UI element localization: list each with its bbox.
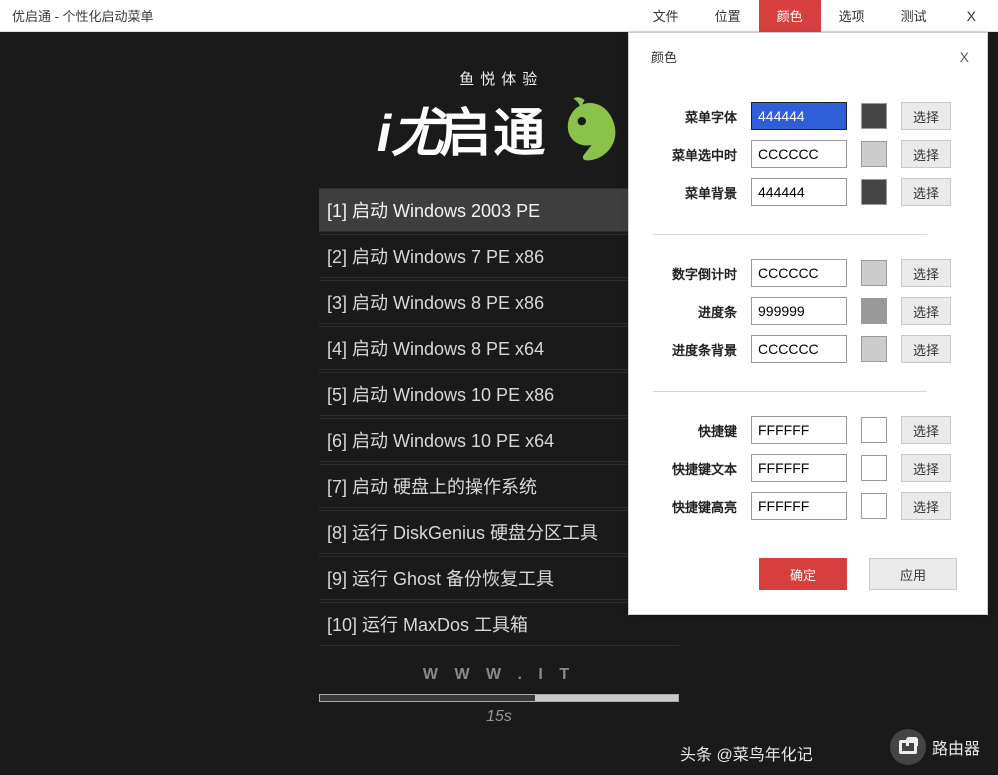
color-hex-input[interactable] (751, 492, 847, 520)
countdown-text: 15s (319, 708, 679, 726)
choose-color-button[interactable]: 选择 (901, 259, 951, 287)
color-hex-input[interactable] (751, 178, 847, 206)
fish-icon (551, 96, 621, 166)
choose-color-button[interactable]: 选择 (901, 492, 951, 520)
boot-item[interactable]: [4] 启动 Windows 8 PE x64 (319, 326, 679, 370)
progress-bar (319, 694, 679, 702)
progress-area: 15s (319, 694, 679, 726)
color-row-label: 菜单字体 (649, 107, 737, 126)
color-hex-input[interactable] (751, 140, 847, 168)
boot-item[interactable]: [6] 启动 Windows 10 PE x64 (319, 418, 679, 462)
color-hex-input[interactable] (751, 259, 847, 287)
color-swatch[interactable] (861, 103, 887, 129)
boot-item[interactable]: [3] 启动 Windows 8 PE x86 (319, 280, 679, 324)
color-hex-input[interactable] (751, 416, 847, 444)
color-row: 数字倒计时 选择 (629, 259, 951, 287)
choose-color-button[interactable]: 选择 (901, 178, 951, 206)
choose-color-button[interactable]: 选择 (901, 140, 951, 168)
apply-button[interactable]: 应用 (869, 558, 957, 590)
color-swatch[interactable] (861, 417, 887, 443)
color-swatch[interactable] (861, 493, 887, 519)
color-row-label: 进度条 (649, 302, 737, 321)
boot-item[interactable]: [10] 运行 MaxDos 工具箱 (319, 602, 679, 646)
boot-item[interactable]: [2] 启动 Windows 7 PE x86 (319, 234, 679, 278)
progress-fill (320, 695, 535, 701)
color-hex-input[interactable] (751, 102, 847, 130)
color-swatch[interactable] (861, 179, 887, 205)
color-row-label: 快捷键高亮 (649, 497, 737, 516)
logo: 鱼悦体验 i尤 启通 (377, 68, 621, 166)
menu-item-0[interactable]: 文件 (635, 0, 697, 32)
panel-close-button[interactable]: X (960, 49, 969, 65)
color-hex-input[interactable] (751, 297, 847, 325)
panel-footer: 确定 应用 (629, 548, 987, 590)
color-row-label: 快捷键文本 (649, 459, 737, 478)
ok-button[interactable]: 确定 (759, 558, 847, 590)
color-row-label: 快捷键 (649, 421, 737, 440)
footer-url: W W W . I T (423, 666, 575, 684)
panel-body: 菜单字体选择菜单选中时选择菜单背景选择数字倒计时选择进度条选择进度条背景选择快捷… (629, 70, 987, 548)
boot-item[interactable]: [5] 启动 Windows 10 PE x86 (319, 372, 679, 416)
boot-item[interactable]: [9] 运行 Ghost 备份恢复工具 (319, 556, 679, 600)
watermark-left: 头条 @菜鸟年化记 (680, 741, 813, 765)
choose-color-button[interactable]: 选择 (901, 297, 951, 325)
color-hex-input[interactable] (751, 454, 847, 482)
color-row: 菜单字体 选择 (629, 102, 951, 130)
color-row-label: 菜单选中时 (649, 145, 737, 164)
choose-color-button[interactable]: 选择 (901, 102, 951, 130)
logo-prefix: i尤 (377, 91, 443, 166)
logo-subtitle: 鱼悦体验 (377, 68, 547, 89)
color-hex-input[interactable] (751, 335, 847, 363)
choose-color-button[interactable]: 选择 (901, 335, 951, 363)
watermark-right-text: 路由器 (932, 735, 980, 759)
boot-item[interactable]: [7] 启动 硬盘上的操作系统 (319, 464, 679, 508)
choose-color-button[interactable]: 选择 (901, 416, 951, 444)
color-swatch[interactable] (861, 298, 887, 324)
window-close-button[interactable]: X (945, 0, 998, 32)
titlebar-menu: 文件位置颜色选项测试X (635, 0, 998, 32)
menu-item-2[interactable]: 颜色 (759, 0, 821, 32)
panel-title: 颜色 (651, 47, 677, 66)
titlebar: 优启通 - 个性化启动菜单 文件位置颜色选项测试X (0, 0, 998, 32)
color-row-label: 菜单背景 (649, 183, 737, 202)
boot-item[interactable]: [1] 启动 Windows 2003 PE (319, 188, 679, 232)
color-row-label: 数字倒计时 (649, 264, 737, 283)
color-panel: 颜色 X 菜单字体选择菜单选中时选择菜单背景选择数字倒计时选择进度条选择进度条背… (628, 32, 988, 615)
watermark-right: 路由器 (890, 729, 980, 765)
color-row-label: 进度条背景 (649, 340, 737, 359)
color-row: 进度条 选择 (629, 297, 951, 325)
menu-item-3[interactable]: 选项 (821, 0, 883, 32)
color-row: 菜单背景 选择 (629, 178, 951, 206)
panel-header: 颜色 X (629, 33, 987, 70)
color-row: 快捷键文本 选择 (629, 454, 951, 482)
boot-menu: [1] 启动 Windows 2003 PE[2] 启动 Windows 7 P… (319, 188, 679, 648)
color-swatch[interactable] (861, 141, 887, 167)
color-swatch[interactable] (861, 260, 887, 286)
router-icon (890, 729, 926, 765)
window-title: 优启通 - 个性化启动菜单 (0, 6, 154, 25)
menu-item-1[interactable]: 位置 (697, 0, 759, 32)
color-row: 菜单选中时 选择 (629, 140, 951, 168)
menu-item-4[interactable]: 测试 (883, 0, 945, 32)
choose-color-button[interactable]: 选择 (901, 454, 951, 482)
color-row: 快捷键高亮 选择 (629, 492, 951, 520)
boot-item[interactable]: [8] 运行 DiskGenius 硬盘分区工具 (319, 510, 679, 554)
color-swatch[interactable] (861, 455, 887, 481)
color-row: 快捷键 选择 (629, 416, 951, 444)
color-row: 进度条背景 选择 (629, 335, 951, 363)
color-swatch[interactable] (861, 336, 887, 362)
logo-main-text: 启通 (439, 91, 547, 166)
